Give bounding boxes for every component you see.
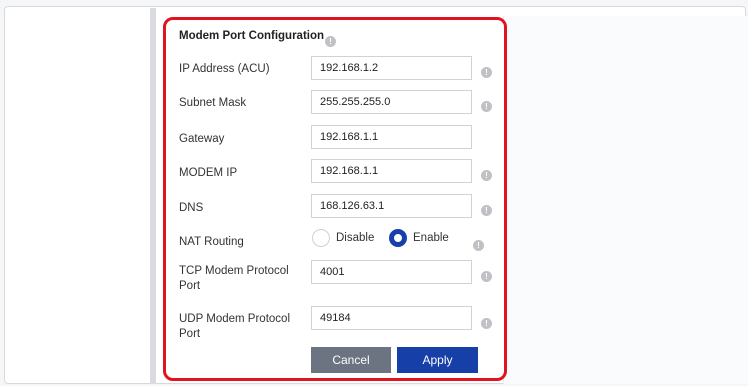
ip-address-input[interactable] xyxy=(311,56,472,80)
info-icon-glyph: ! xyxy=(481,170,492,181)
gateway-input[interactable] xyxy=(311,125,472,149)
info-icon-glyph: ! xyxy=(481,67,492,78)
info-icon-glyph: ! xyxy=(481,271,492,282)
info-icon-glyph: ! xyxy=(481,101,492,112)
nat-enable-label: Enable xyxy=(413,232,449,244)
dns-input[interactable] xyxy=(311,194,472,218)
tcp-port-label-line1: TCP Modem Protocol xyxy=(179,265,289,277)
subnet-mask-info-icon[interactable]: ! xyxy=(481,96,492,114)
cancel-button[interactable]: Cancel xyxy=(311,347,391,373)
nat-disable-option[interactable]: Disable xyxy=(312,229,374,247)
nat-enable-radio[interactable] xyxy=(389,229,407,247)
nat-disable-label: Disable xyxy=(336,232,375,244)
info-icon-glyph: ! xyxy=(325,36,336,47)
ip-address-info-icon[interactable]: ! xyxy=(481,62,492,80)
ip-address-label: IP Address (ACU) xyxy=(179,63,270,75)
subnet-mask-label: Subnet Mask xyxy=(179,97,247,109)
sidebar-divider xyxy=(150,8,156,384)
panel-title: Modem Port Configuration xyxy=(179,30,325,42)
nat-disable-radio[interactable] xyxy=(312,229,330,247)
udp-port-label-line1: UDP Modem Protocol xyxy=(179,313,290,325)
tcp-port-label-line2: Port xyxy=(179,280,201,292)
apply-button[interactable]: Apply xyxy=(397,347,478,373)
info-icon-glyph: ! xyxy=(473,240,484,251)
subnet-mask-input[interactable] xyxy=(311,90,472,114)
nat-routing-label: NAT Routing xyxy=(179,236,244,248)
tcp-port-info-icon[interactable]: ! xyxy=(481,266,492,284)
info-icon-glyph: ! xyxy=(481,318,492,329)
info-icon-glyph: ! xyxy=(481,205,492,216)
right-blank-panel xyxy=(503,16,748,384)
tcp-port-input[interactable] xyxy=(311,260,472,284)
dns-info-icon[interactable]: ! xyxy=(481,200,492,218)
modem-ip-info-icon[interactable]: ! xyxy=(481,165,492,183)
udp-port-input[interactable] xyxy=(311,306,472,330)
modem-ip-input[interactable] xyxy=(311,159,472,183)
nat-enable-option[interactable]: Enable xyxy=(389,229,449,247)
udp-port-info-icon[interactable]: ! xyxy=(481,313,492,331)
modem-ip-label: MODEM IP xyxy=(179,167,238,179)
nat-routing-info-icon[interactable]: ! xyxy=(473,235,484,253)
dns-label: DNS xyxy=(179,202,204,214)
gateway-label: Gateway xyxy=(179,133,225,145)
udp-port-label-line2: Port xyxy=(179,328,201,340)
info-icon[interactable]: ! xyxy=(325,31,336,49)
